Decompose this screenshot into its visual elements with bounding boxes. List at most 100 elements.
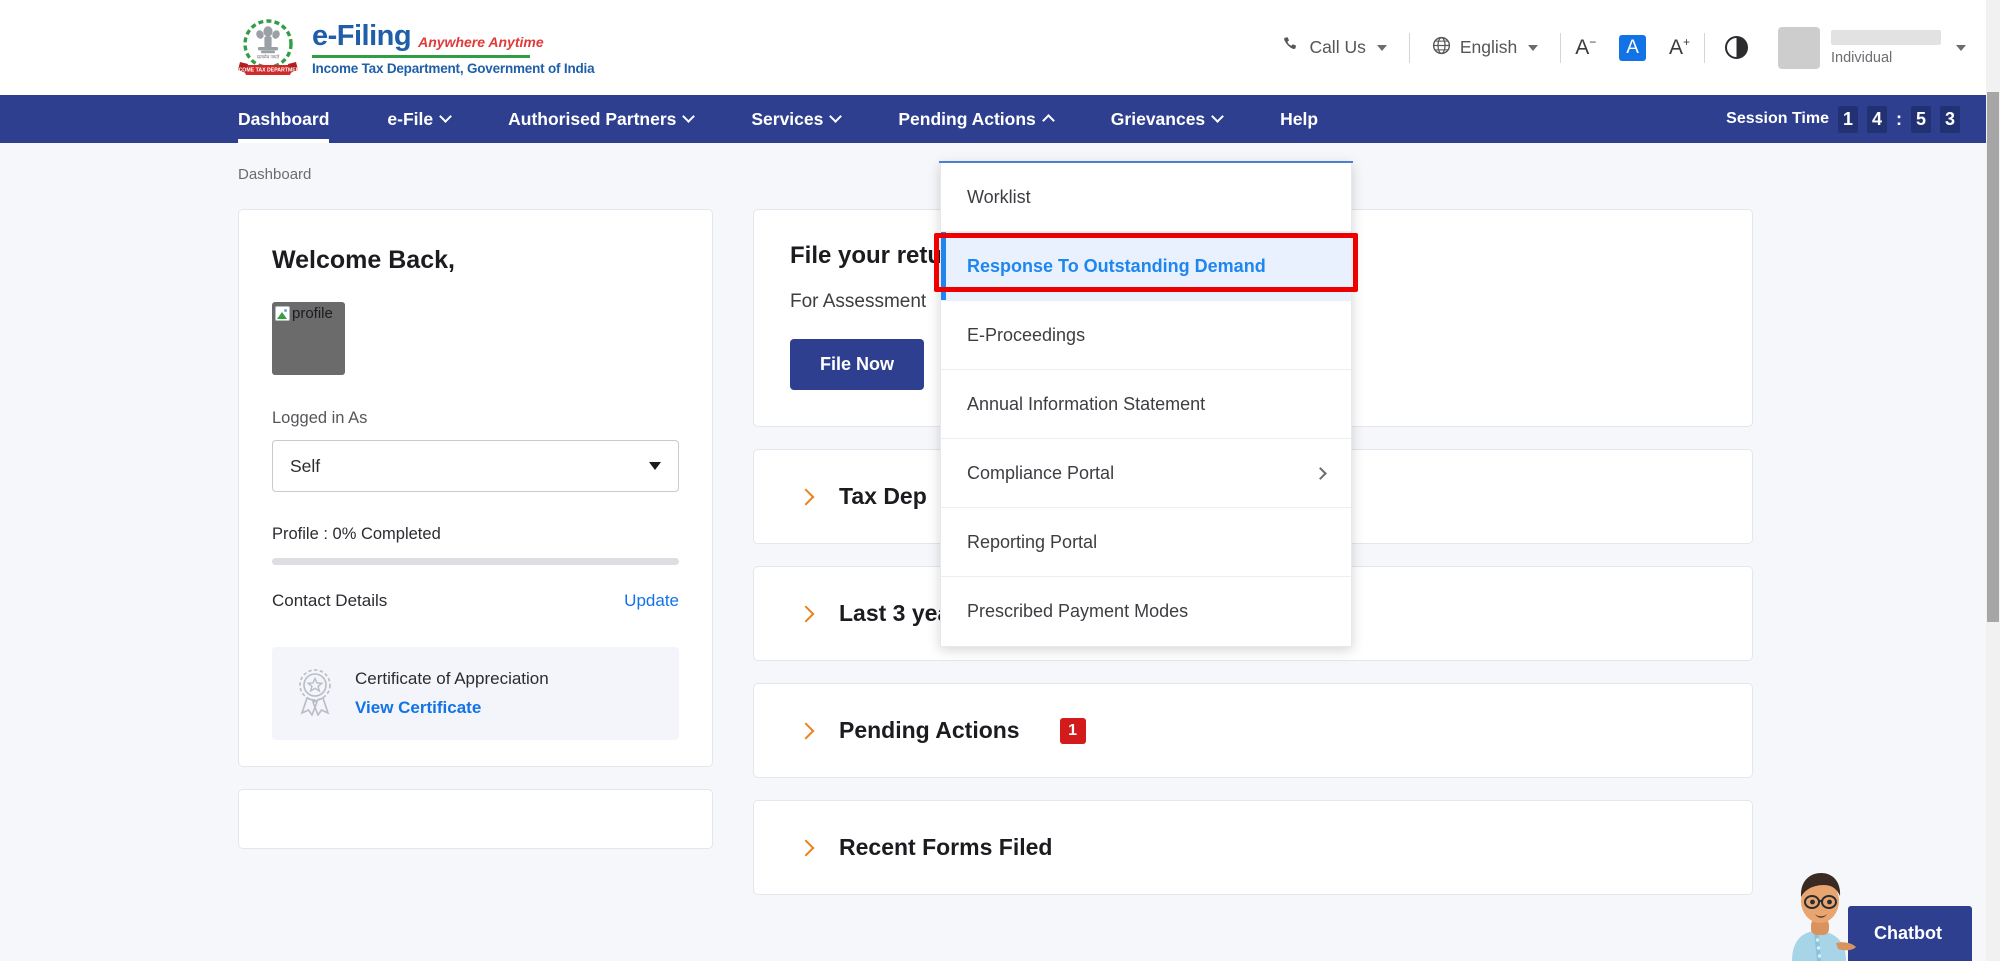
nav-item-help[interactable]: Help [1251, 95, 1347, 143]
session-digit-4: 3 [1940, 106, 1960, 133]
brand-logo[interactable]: सत्यमेव जयते INCOME TAX DEPARTMENT e-Fil… [238, 17, 594, 79]
menu-item-prescribed-payment-modes[interactable]: Prescribed Payment Modes [941, 577, 1351, 646]
menu-item-reporting-portal[interactable]: Reporting Portal [941, 508, 1351, 577]
logged-in-as-select[interactable]: Self [272, 440, 679, 492]
font-decrease-sup: − [1589, 35, 1596, 49]
nav-label: Grievances [1111, 109, 1205, 130]
font-normal-button[interactable]: A [1619, 35, 1646, 61]
main-navigation: Dashboard e-File Authorised Partners Ser… [0, 95, 1986, 143]
nav-item-dashboard[interactable]: Dashboard [238, 95, 358, 143]
view-certificate-link[interactable]: View Certificate [355, 698, 549, 718]
accordion-label: Recent Forms Filed [839, 834, 1052, 861]
chevron-right-icon [798, 488, 815, 505]
font-increase-sup: + [1683, 35, 1690, 49]
phone-icon [1282, 36, 1300, 59]
pending-actions-dropdown: Worklist Response To Outstanding Demand … [940, 162, 1352, 647]
session-timer: Session Time 1 4 : 5 3 [1726, 95, 1986, 143]
brand-divider [312, 55, 530, 58]
chevron-right-icon [798, 839, 815, 856]
menu-item-label: Annual Information Statement [967, 394, 1205, 415]
nav-label: e-File [387, 109, 433, 130]
contact-details-label: Contact Details [272, 591, 387, 611]
nav-label: Services [751, 109, 823, 130]
svg-text:सत्यमेव जयते: सत्यमेव जयते [257, 53, 280, 59]
award-ribbon-icon [293, 666, 337, 721]
file-now-button[interactable]: File Now [790, 339, 924, 390]
nav-item-authorised-partners[interactable]: Authorised Partners [479, 95, 722, 143]
pending-actions-badge: 1 [1060, 718, 1086, 744]
chevron-down-icon [1956, 45, 1966, 51]
nav-label: Pending Actions [898, 109, 1035, 130]
menu-item-worklist[interactable]: Worklist [941, 163, 1351, 232]
menu-item-label: E-Proceedings [967, 325, 1085, 346]
accordion-label: Tax Dep [839, 483, 927, 510]
india-national-emblem-icon: सत्यमेव जयते INCOME TAX DEPARTMENT [238, 17, 298, 79]
chevron-down-icon [1528, 45, 1538, 51]
left-sidebar: Welcome Back, profile Logged in As Self … [238, 209, 713, 849]
chevron-up-icon [1042, 114, 1055, 127]
svg-text:INCOME TAX DEPARTMENT: INCOME TAX DEPARTMENT [238, 67, 298, 73]
nav-item-pending-actions[interactable]: Pending Actions [869, 95, 1081, 143]
profile-meta: Individual [1831, 30, 1941, 66]
nav-item-efile[interactable]: e-File [358, 95, 479, 143]
scrollbar-thumb[interactable] [1987, 92, 1999, 622]
contact-details-row: Contact Details Update [272, 591, 679, 611]
welcome-title: Welcome Back, [272, 246, 679, 275]
call-us-label: Call Us [1309, 37, 1365, 58]
nav-item-services[interactable]: Services [722, 95, 869, 143]
page-scrollbar[interactable] [1986, 0, 2000, 961]
profile-role-label: Individual [1831, 50, 1941, 66]
welcome-card: Welcome Back, profile Logged in As Self … [238, 209, 713, 767]
logged-in-as-value: Self [290, 456, 320, 477]
profile-menu[interactable]: Individual [1768, 27, 1966, 69]
accordion-label: Pending Actions [839, 717, 1020, 744]
session-digit-1: 1 [1838, 106, 1858, 133]
nav-label: Authorised Partners [508, 109, 676, 130]
nav-item-grievances[interactable]: Grievances [1082, 95, 1251, 143]
broken-image-icon [275, 306, 290, 321]
browser-viewport: सत्यमेव जयते INCOME TAX DEPARTMENT e-Fil… [0, 0, 1986, 961]
profile-progress-bar [272, 558, 679, 565]
chatbot-widget[interactable]: Chatbot [1784, 865, 1972, 961]
chevron-right-icon [1314, 467, 1327, 480]
user-avatar-icon [1778, 27, 1820, 69]
menu-item-label: Worklist [967, 187, 1031, 208]
header-divider [1704, 33, 1705, 63]
profile-image-alt-text: profile [292, 305, 333, 322]
chevron-right-icon [798, 605, 815, 622]
logged-in-as-label: Logged in As [272, 409, 679, 428]
session-digit-3: 5 [1911, 106, 1931, 133]
menu-item-e-proceedings[interactable]: E-Proceedings [941, 301, 1351, 370]
certificate-box: Certificate of Appreciation View Certifi… [272, 647, 679, 740]
font-decrease-button[interactable]: A− [1561, 35, 1610, 60]
font-decrease-label: A [1575, 36, 1589, 59]
contrast-icon[interactable] [1725, 36, 1748, 59]
session-timer-label: Session Time [1726, 110, 1829, 128]
utility-header: सत्यमेव जयते INCOME TAX DEPARTMENT e-Fil… [0, 0, 1986, 95]
certificate-text: Certificate of Appreciation View Certifi… [355, 669, 549, 718]
brand-subtitle: Income Tax Department, Government of Ind… [312, 61, 594, 76]
chatbot-button[interactable]: Chatbot [1848, 906, 1972, 961]
menu-item-annual-information-statement[interactable]: Annual Information Statement [941, 370, 1351, 439]
globe-icon [1432, 36, 1451, 60]
font-increase-label: A [1669, 36, 1683, 59]
profile-photo-broken-image: profile [272, 302, 345, 375]
session-digit-2: 4 [1867, 106, 1887, 133]
accordion-recent-forms-filed[interactable]: Recent Forms Filed [753, 800, 1753, 895]
brand-text: e-Filing Anywhere Anytime Income Tax Dep… [312, 20, 594, 76]
chevron-down-icon [1377, 45, 1387, 51]
menu-item-response-to-outstanding-demand[interactable]: Response To Outstanding Demand [941, 232, 1351, 301]
language-menu[interactable]: English [1410, 36, 1560, 60]
font-normal-label: A [1626, 37, 1639, 58]
font-increase-button[interactable]: A+ [1655, 35, 1704, 60]
certificate-title: Certificate of Appreciation [355, 669, 549, 689]
accordion-pending-actions[interactable]: Pending Actions 1 [753, 683, 1753, 778]
call-us-menu[interactable]: Call Us [1260, 36, 1408, 59]
header-utilities: Call Us English A− A A+ I [1260, 0, 1986, 95]
contact-update-link[interactable]: Update [624, 591, 679, 611]
page-root: सत्यमेव जयते INCOME TAX DEPARTMENT e-Fil… [0, 0, 2000, 961]
chevron-right-icon [798, 722, 815, 739]
chevron-down-icon [439, 110, 452, 123]
menu-item-compliance-portal[interactable]: Compliance Portal [941, 439, 1351, 508]
brand-title: e-Filing [312, 22, 411, 51]
